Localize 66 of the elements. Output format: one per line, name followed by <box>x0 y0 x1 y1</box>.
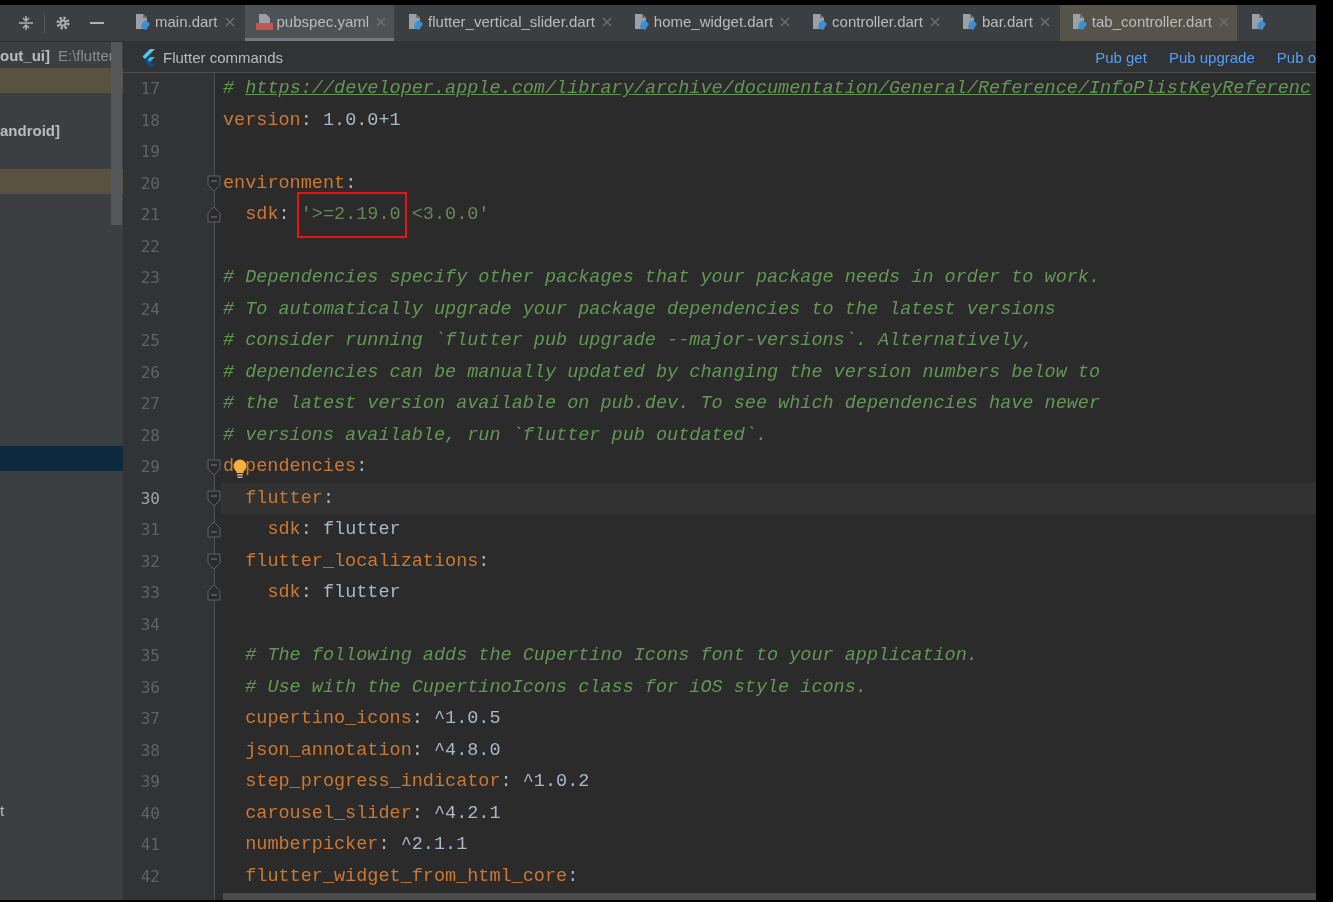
code-line: # Dependencies specify other packages that your package needs in order to work. <box>223 267 1101 289</box>
editor-tab[interactable]: pubspec.yaml <box>244 5 395 41</box>
fold-end-icon[interactable] <box>207 205 221 224</box>
code-line: sdk: flutter <box>266 519 401 541</box>
fold-marker-icon[interactable] <box>207 174 221 193</box>
code-line: # The following adds the Cupertino Icons font to your application. <box>244 645 978 667</box>
editor-tab[interactable]: tab_controller.dart <box>1059 5 1237 41</box>
command-link[interactable]: Pub upgrade <box>1168 48 1255 66</box>
close-icon[interactable] <box>1218 16 1229 27</box>
code-line: # consider running `flutter pub upgrade --major-versions`. Alternatively, <box>223 330 1034 352</box>
code-line: pendencies: <box>245 456 368 478</box>
commands-title: Flutter commands <box>163 48 284 66</box>
tree-row[interactable] <box>0 168 123 194</box>
close-icon[interactable] <box>1039 16 1050 27</box>
code-line: d <box>223 456 235 478</box>
close-icon[interactable] <box>930 16 940 27</box>
dart-file-icon <box>1249 12 1267 31</box>
scrollbar-thumb[interactable] <box>111 42 122 225</box>
dart-file-icon <box>1070 12 1088 31</box>
code-line: # the latest version available on pub.dev. To see which dependencies have newer <box>223 393 1101 415</box>
close-icon[interactable] <box>780 16 791 27</box>
code-line: # Use with the CupertinoIcons class for iOS style icons. <box>244 676 867 698</box>
code-line: version: 1.0.0+1 <box>223 109 401 131</box>
settings-icon[interactable] <box>55 15 71 31</box>
tree-item[interactable]: t <box>0 798 123 824</box>
lightbulb-icon[interactable] <box>232 458 247 479</box>
code-line: sdk: '>=2.19.0 <3.0.0' <box>244 204 490 226</box>
code-line: # https://developer.apple.com/library/archive/documentation/General/Reference/InfoPlistKeyReferenc <box>223 78 1311 100</box>
tree-item[interactable]: android] <box>0 118 123 144</box>
code-line: cupertino_icons: ^1.0.5 <box>244 708 501 730</box>
close-icon[interactable] <box>601 16 612 27</box>
fold-end-icon[interactable] <box>207 583 221 602</box>
code-line: step_progress_indicator: ^1.0.2 <box>244 771 590 793</box>
code-line: flutter: <box>244 487 335 509</box>
fold-marker-icon[interactable] <box>207 457 221 476</box>
code-line: environment: <box>223 172 357 194</box>
yaml-file-icon <box>255 13 273 30</box>
fold-end-icon[interactable] <box>207 520 221 539</box>
command-link[interactable]: Pub get <box>1095 48 1147 66</box>
project-path: E:\flutter <box>58 46 114 64</box>
code-line: # dependencies can be manually updated by changing the version numbers below to <box>223 361 1101 383</box>
code-line: json_annotation: ^4.8.0 <box>244 739 501 761</box>
code-line: numberpicker: ^2.1.1 <box>244 834 468 856</box>
line-number: 30 <box>139 488 161 508</box>
dart-file-icon <box>961 12 978 31</box>
code-line: carousel_slider: ^4.2.1 <box>244 802 501 824</box>
code-line: # versions available, run `flutter pub outdated`. <box>223 424 767 446</box>
flutter-logo-icon <box>141 48 155 66</box>
close-icon[interactable] <box>224 16 235 27</box>
code-line: sdk: flutter <box>266 582 401 604</box>
project-name: out_ui] <box>0 46 50 64</box>
tree-row[interactable] <box>0 445 123 471</box>
code-line: flutter_widget_from_html_core: <box>244 865 579 887</box>
code-line: flutter_localizations: <box>244 550 490 572</box>
dart-file-icon <box>134 12 151 31</box>
collapse-icon[interactable] <box>18 15 34 31</box>
fold-marker-icon[interactable] <box>207 552 221 571</box>
fold-marker-icon[interactable] <box>207 489 221 508</box>
dart-file-icon <box>407 12 425 31</box>
tree-row[interactable] <box>0 68 123 94</box>
dart-file-icon <box>811 12 829 31</box>
close-icon[interactable] <box>376 16 387 27</box>
horizontal-scrollbar[interactable] <box>223 893 1316 900</box>
code-line: # To automatically upgrade your package dependencies to the latest versions <box>223 298 1056 320</box>
command-link[interactable]: Pub o <box>1276 48 1316 66</box>
dart-file-icon <box>632 12 650 31</box>
